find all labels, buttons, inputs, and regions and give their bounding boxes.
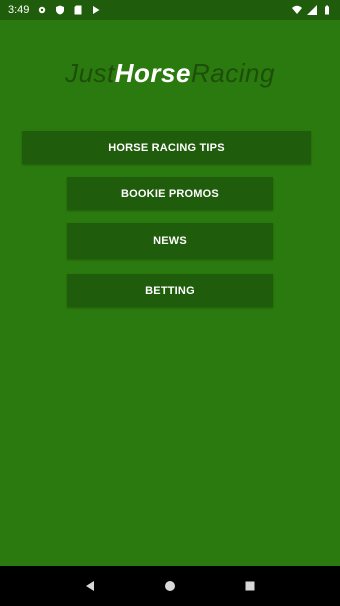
- horse-racing-tips-button[interactable]: HORSE RACING TIPS: [22, 131, 311, 164]
- gear-icon: [37, 5, 47, 15]
- signal-icon: [307, 5, 317, 15]
- status-time: 3:49: [8, 4, 30, 16]
- betting-button[interactable]: BETTING: [67, 274, 273, 307]
- logo-part-just: Just: [65, 58, 115, 88]
- news-button[interactable]: NEWS: [67, 223, 273, 259]
- status-right: [292, 5, 332, 15]
- navigation-bar: [0, 566, 340, 606]
- shield-icon: [55, 5, 65, 15]
- app-area: JustHorseRacing HORSE RACING TIPS BOOKIE…: [0, 20, 340, 566]
- logo-part-racing: Racing: [190, 58, 275, 88]
- bookie-promos-button[interactable]: BOOKIE PROMOS: [67, 177, 273, 210]
- wifi-icon: [292, 5, 302, 15]
- recents-icon[interactable]: [237, 573, 263, 599]
- back-icon[interactable]: [77, 573, 103, 599]
- app-logo: JustHorseRacing: [0, 58, 340, 89]
- home-icon[interactable]: [157, 573, 183, 599]
- logo-part-horse: Horse: [114, 58, 191, 88]
- play-store-icon: [91, 5, 101, 15]
- status-left: 3:49: [8, 4, 101, 16]
- status-bar: 3:49: [0, 0, 340, 20]
- battery-icon: [322, 5, 332, 15]
- sim-card-icon: [73, 5, 83, 15]
